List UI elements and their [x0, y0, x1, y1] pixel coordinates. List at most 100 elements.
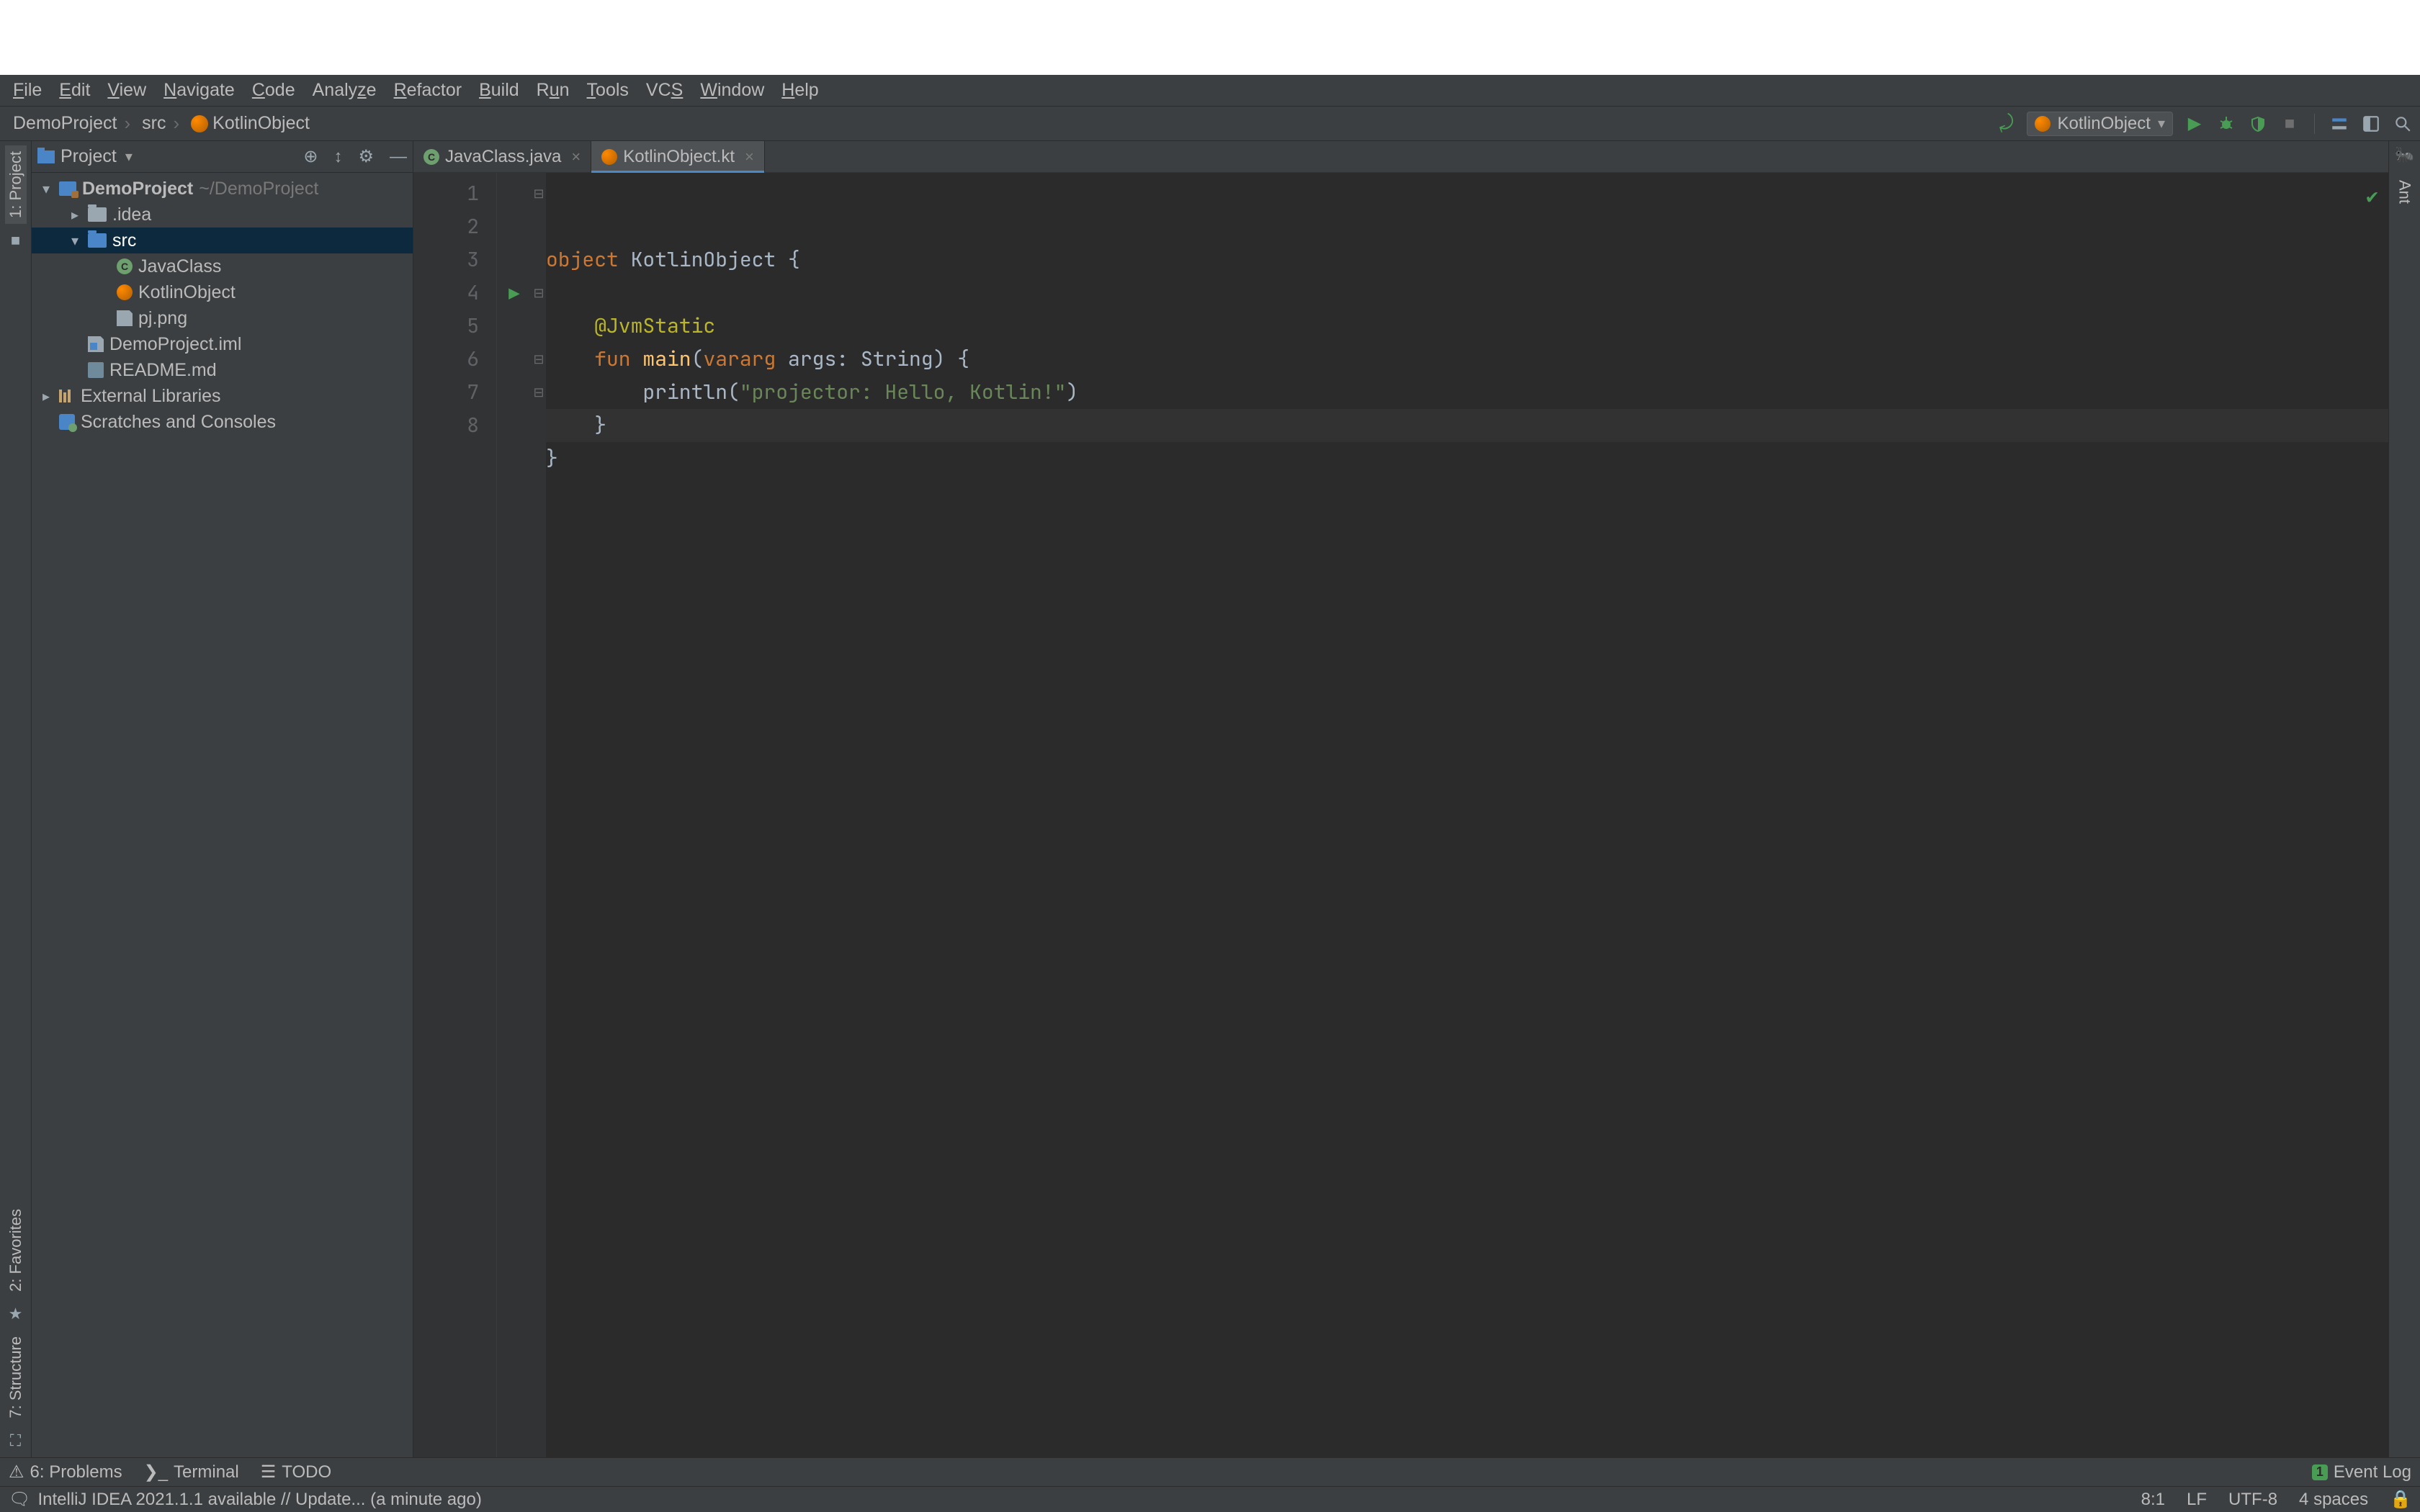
breadcrumb-file[interactable]: KotlinObject	[185, 113, 323, 134]
token-text: }	[546, 412, 606, 438]
tree-node-external-libraries[interactable]: ▸ External Libraries	[32, 383, 413, 409]
run-config-selector[interactable]: KotlinObject ▾	[2027, 112, 2173, 136]
tree-node-pjpng[interactable]: ▸ pj.png	[32, 305, 413, 331]
menu-refactor[interactable]: Refactor	[385, 77, 471, 104]
git-icon[interactable]	[2329, 114, 2349, 134]
editor: C JavaClass.java × KotlinObject.kt × 1 2…	[413, 141, 2388, 1457]
line-number: 2	[413, 210, 479, 243]
toolwindow-tab-favorites[interactable]: 2: Favorites	[5, 1203, 27, 1297]
token-annotation: @JvmStatic	[546, 312, 715, 339]
menu-code[interactable]: Code	[243, 77, 304, 104]
toolwindow-tab-ant[interactable]: Ant	[2394, 174, 2416, 210]
breadcrumb-src-label: src	[142, 113, 166, 134]
token-text: )	[1066, 379, 1078, 405]
toolwindow-tab-problems[interactable]: ⚠ 6: Problems	[9, 1462, 122, 1482]
menu-tools[interactable]: Tools	[578, 77, 637, 104]
inspection-status-icon[interactable]: ✔	[2366, 180, 2378, 213]
close-icon[interactable]: ×	[571, 148, 581, 166]
project-tree[interactable]: ▾ DemoProject ~/DemoProject ▸ .idea ▾ sr…	[32, 173, 413, 1457]
navigation-bar: DemoProject src KotlinObject ⤾ KotlinObj…	[0, 107, 2420, 141]
menu-analyze[interactable]: Analyze	[304, 77, 385, 104]
java-class-icon: C	[424, 149, 439, 165]
code-text[interactable]: object KotlinObject { @JvmStatic fun mai…	[546, 173, 2388, 1457]
menu-file[interactable]: File	[4, 77, 50, 104]
token-keyword: vararg	[703, 346, 776, 372]
token-text: KotlinObject {	[619, 246, 800, 273]
token-text: (	[691, 346, 704, 372]
menu-build[interactable]: Build	[470, 77, 528, 104]
line-separator[interactable]: LF	[2187, 1490, 2207, 1510]
caret-position[interactable]: 8:1	[2141, 1490, 2165, 1510]
fold-marker[interactable]: ⊟	[532, 376, 546, 409]
event-log-badge: 1	[2312, 1464, 2328, 1480]
ide-settings-icon[interactable]	[2361, 114, 2381, 134]
fold-marker[interactable]: ⊟	[532, 177, 546, 210]
tree-node-idea[interactable]: ▸ .idea	[32, 202, 413, 228]
menu-vcs[interactable]: VCS	[637, 77, 691, 104]
tree-node-javaclass[interactable]: ▸ C JavaClass	[32, 253, 413, 279]
fold-marker[interactable]: ⊟	[532, 343, 546, 376]
toolbar: ⤾ KotlinObject ▾ ▶ ■	[1998, 112, 2413, 136]
coverage-button[interactable]	[2248, 114, 2268, 134]
tree-node-kotlinobject[interactable]: ▸ KotlinObject	[32, 279, 413, 305]
editor-tab-kotlinobject[interactable]: KotlinObject.kt ×	[591, 141, 765, 172]
tree-node-readme[interactable]: ▸ README.md	[32, 357, 413, 383]
menu-help[interactable]: Help	[773, 77, 827, 104]
chevron-down-icon[interactable]: ▾	[39, 180, 53, 198]
notification-icon: 🗨	[9, 1489, 30, 1510]
build-icon[interactable]: ⤾	[1994, 109, 2018, 138]
toolwindow-tab-eventlog[interactable]: 1 Event Log	[2312, 1462, 2411, 1482]
fold-marker[interactable]: ⊟	[532, 276, 546, 310]
editor-tab-javaclass[interactable]: C JavaClass.java ×	[413, 141, 591, 172]
file-encoding[interactable]: UTF-8	[2228, 1490, 2277, 1510]
tree-root-path: ~/DemoProject	[199, 179, 318, 199]
chevron-down-icon: ▾	[125, 148, 133, 166]
structure-icon: ⛶	[10, 1431, 21, 1450]
toolwindow-tab-project[interactable]: 1: Project	[5, 145, 27, 224]
tree-label-scratches: Scratches and Consoles	[81, 412, 276, 433]
breadcrumb-project[interactable]: DemoProject	[7, 112, 136, 135]
chevron-down-icon[interactable]: ▾	[68, 232, 82, 250]
left-toolwindow-bar: 1: Project ■ 2: Favorites ★ 7: Structure…	[0, 141, 32, 1457]
tree-node-project-root[interactable]: ▾ DemoProject ~/DemoProject	[32, 176, 413, 202]
menu-edit[interactable]: Edit	[50, 77, 99, 104]
bookmark-icon[interactable]: ■	[11, 231, 20, 250]
token-text: }	[546, 445, 558, 472]
locate-icon[interactable]: ⊕	[303, 146, 318, 167]
tree-node-src[interactable]: ▾ src	[32, 228, 413, 253]
toolwindow-tab-terminal[interactable]: ❯_ Terminal	[144, 1462, 239, 1482]
menu-view[interactable]: View	[99, 77, 155, 104]
status-message[interactable]: 🗨 IntelliJ IDEA 2021.1.1 available // Up…	[9, 1489, 482, 1510]
menu-run[interactable]: Run	[528, 77, 578, 104]
toolwindow-tab-structure[interactable]: 7: Structure	[5, 1331, 27, 1424]
chevron-right-icon[interactable]: ▸	[39, 387, 53, 405]
image-file-icon	[117, 310, 133, 326]
lock-icon[interactable]: 🔒	[2390, 1489, 2411, 1510]
menu-window[interactable]: Window	[691, 77, 773, 104]
tree-label-javaclass: JavaClass	[138, 256, 221, 277]
tree-node-iml[interactable]: ▸ DemoProject.iml	[32, 331, 413, 357]
run-line-marker[interactable]: ▶	[497, 276, 532, 310]
main-area: 1: Project ■ 2: Favorites ★ 7: Structure…	[0, 141, 2420, 1457]
expand-all-icon[interactable]: ↕	[333, 147, 342, 167]
run-button[interactable]: ▶	[2184, 114, 2205, 134]
hide-icon[interactable]: —	[390, 147, 407, 167]
project-view-selector[interactable]: Project ▾	[37, 146, 133, 167]
line-number: 4	[413, 276, 479, 310]
gear-icon[interactable]: ⚙	[358, 146, 374, 167]
code-area[interactable]: 1 2 3 4 5 6 7 8 ▶ ⊟	[413, 173, 2388, 1457]
tree-node-scratches[interactable]: ▸ Scratches and Consoles	[32, 409, 413, 435]
line-number: 8	[413, 409, 479, 442]
chevron-right-icon[interactable]: ▸	[68, 206, 82, 224]
breadcrumb-src[interactable]: src	[136, 112, 185, 135]
toolwindow-tab-todo[interactable]: ☰ TODO	[261, 1462, 331, 1482]
search-everywhere-icon[interactable]	[2393, 114, 2413, 134]
close-icon[interactable]: ×	[745, 148, 754, 166]
tree-label-iml: DemoProject.iml	[109, 334, 241, 355]
menu-navigate[interactable]: Navigate	[155, 77, 243, 104]
library-icon	[59, 390, 75, 402]
tree-label-readme: README.md	[109, 360, 217, 381]
iml-file-icon	[88, 336, 104, 352]
debug-button[interactable]	[2216, 114, 2236, 134]
indent-config[interactable]: 4 spaces	[2299, 1490, 2368, 1510]
